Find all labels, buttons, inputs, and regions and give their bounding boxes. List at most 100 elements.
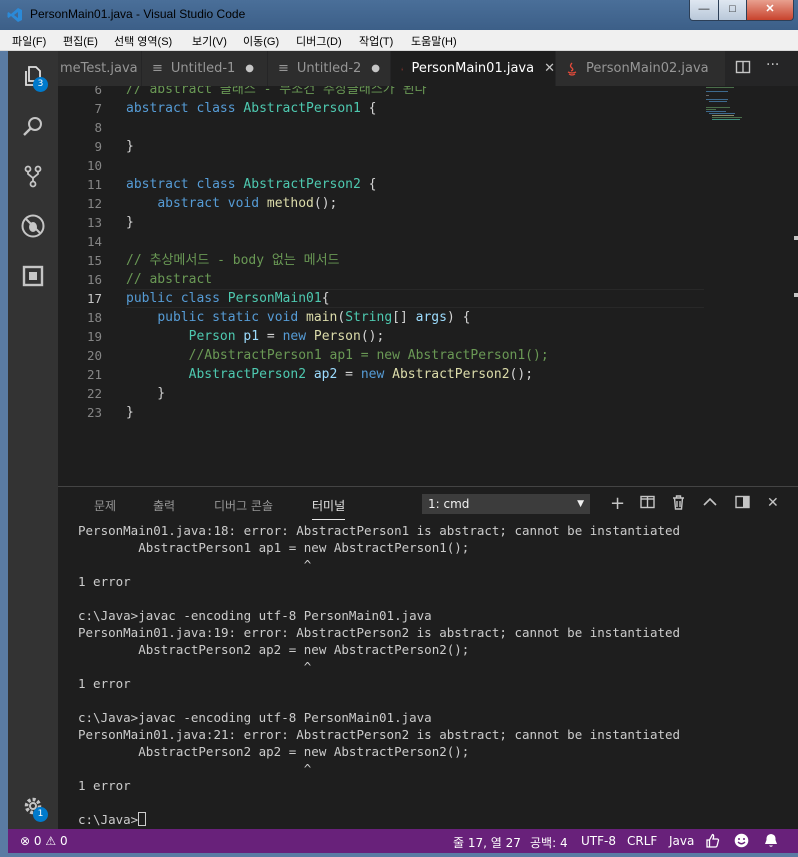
code-token: public bbox=[157, 310, 205, 325]
tab-label: PersonMain01.java bbox=[411, 61, 535, 76]
code-token: = bbox=[337, 367, 361, 382]
unsaved-dot-icon[interactable]: ● bbox=[245, 63, 254, 74]
lines-icon: ≡ bbox=[152, 61, 163, 76]
menu-edit[interactable]: 편집(E) bbox=[63, 33, 98, 49]
cursor-position[interactable]: 줄 17, 열 27 bbox=[453, 834, 521, 851]
code-line[interactable]: AbstractPerson2 ap2 = new AbstractPerson… bbox=[126, 365, 533, 384]
terminal-text: PersonMain01.java:18: error: AbstractPer… bbox=[78, 523, 681, 538]
explorer-badge: 3 bbox=[33, 77, 48, 92]
menu-tasks[interactable]: 작업(T) bbox=[359, 33, 393, 49]
code-line[interactable]: abstract void method(); bbox=[126, 194, 337, 213]
bell-icon[interactable] bbox=[764, 833, 778, 848]
code-line[interactable]: } bbox=[126, 213, 134, 232]
code-token: } bbox=[126, 386, 166, 401]
tab-metest[interactable]: meTest.java bbox=[58, 51, 142, 86]
panel-tab-output[interactable]: 출력 bbox=[153, 497, 175, 514]
code-line[interactable]: //AbstractPerson1 ap1 = new AbstractPers… bbox=[126, 346, 549, 365]
code-token: method bbox=[266, 196, 314, 211]
terminal-text: ^ bbox=[78, 557, 312, 572]
unsaved-dot-icon[interactable]: ● bbox=[371, 63, 380, 74]
minimap[interactable] bbox=[704, 86, 784, 146]
maximize-button[interactable]: □ bbox=[718, 0, 747, 21]
git-branch-icon bbox=[24, 165, 42, 188]
terminal-select[interactable]: 1: cmd ▼ bbox=[422, 494, 590, 514]
menu-go[interactable]: 이동(G) bbox=[243, 33, 279, 49]
terminal-text: PersonMain01.java:19: error: AbstractPer… bbox=[78, 625, 681, 640]
terminal-line: 1 error bbox=[78, 777, 131, 794]
minimize-button[interactable]: — bbox=[689, 0, 719, 21]
line-number: 22 bbox=[86, 386, 102, 401]
code-token: p1 bbox=[243, 329, 260, 344]
menu-debug[interactable]: 디버그(D) bbox=[296, 33, 342, 49]
more-actions-icon[interactable]: ··· bbox=[766, 57, 779, 73]
code-line[interactable]: abstract class AbstractPerson1 { bbox=[126, 99, 376, 118]
code-token: void bbox=[227, 196, 260, 211]
language-status[interactable]: Java bbox=[669, 834, 694, 848]
code-line[interactable]: public static void main(String[] args) { bbox=[126, 308, 470, 327]
code-line[interactable]: } bbox=[126, 384, 165, 403]
close-window-button[interactable]: ✕ bbox=[746, 0, 794, 21]
eol-status[interactable]: CRLF bbox=[627, 834, 657, 848]
menu-file[interactable]: 파일(F) bbox=[12, 33, 46, 49]
thumbs-up-icon[interactable] bbox=[705, 833, 720, 848]
split-editor-icon[interactable] bbox=[735, 59, 751, 75]
split-terminal-icon[interactable] bbox=[640, 495, 655, 509]
code-line[interactable]: // 추상메서드 - body 없는 메서드 bbox=[126, 251, 340, 270]
indentation-status[interactable]: 공백: 4 bbox=[530, 834, 568, 851]
manage-badge: 1 bbox=[33, 807, 48, 822]
terminal-text: AbstractPerson2 ap2 = new AbstractPerson… bbox=[78, 642, 470, 657]
source-control-activity[interactable] bbox=[8, 151, 58, 201]
panel-position-icon[interactable] bbox=[735, 495, 750, 509]
code-editor[interactable]: 6 7 8 9 10 11 12 13 14 15 16 17 18 19 20 21 22 23 // abst… bbox=[58, 86, 798, 486]
code-line[interactable]: public class PersonMain01{ bbox=[126, 289, 330, 308]
code-line[interactable]: } bbox=[126, 137, 134, 156]
tab-untitled-2[interactable]: ≡ Untitled-2 ● bbox=[268, 51, 391, 86]
terminal-text: 1 error bbox=[78, 676, 131, 691]
extensions-activity[interactable] bbox=[8, 251, 58, 301]
close-tab-icon[interactable]: ✕ bbox=[544, 61, 555, 76]
editor-scrollbar[interactable] bbox=[784, 86, 798, 486]
code-token: Person bbox=[188, 329, 236, 344]
code-line[interactable]: // abstract 클래스 - 무조건 추상클래스가 된다 bbox=[126, 86, 427, 99]
tab-label: meTest.java bbox=[60, 61, 138, 76]
window-frame-left bbox=[0, 51, 8, 857]
code-line[interactable]: abstract class AbstractPerson2 { bbox=[126, 175, 376, 194]
title-bar: PersonMain01.java - Visual Studio Code —… bbox=[0, 0, 798, 30]
panel-tab-problems[interactable]: 문제 bbox=[94, 497, 116, 514]
code-token: String bbox=[345, 310, 393, 325]
explorer-activity[interactable]: 3 bbox=[8, 51, 58, 101]
menu-bar: 파일(F) 편집(E) 선택 영역(S) 보기(V) 이동(G) 디버그(D) … bbox=[0, 30, 798, 51]
close-panel-icon[interactable]: ✕ bbox=[767, 495, 779, 511]
terminal-select-value: 1: cmd bbox=[428, 497, 470, 511]
debug-activity[interactable] bbox=[8, 201, 58, 251]
tab-personmain02[interactable]: PersonMain02.java bbox=[556, 51, 726, 86]
chevron-up-icon[interactable] bbox=[703, 497, 717, 507]
trash-icon[interactable] bbox=[672, 495, 685, 510]
manage-activity[interactable]: 1 bbox=[8, 781, 58, 831]
code-token: new bbox=[282, 329, 307, 344]
menu-selection[interactable]: 선택 영역(S) bbox=[114, 33, 172, 49]
encoding-status[interactable]: UTF-8 bbox=[581, 834, 616, 848]
terminal-line: ^ bbox=[78, 658, 312, 675]
line-number: 19 bbox=[86, 329, 102, 344]
code-line[interactable]: // abstract bbox=[126, 270, 212, 289]
terminal-line: AbstractPerson2 ap2 = new AbstractPerson… bbox=[78, 641, 469, 658]
tab-untitled-1[interactable]: ≡ Untitled-1 ● bbox=[142, 51, 268, 86]
code-token: } bbox=[126, 139, 134, 154]
menu-help[interactable]: 도움말(H) bbox=[411, 33, 457, 49]
code-token: } bbox=[126, 215, 134, 230]
terminal-line: AbstractPerson2 ap2 = new AbstractPerson… bbox=[78, 743, 469, 760]
search-activity[interactable] bbox=[8, 101, 58, 151]
tab-personmain01[interactable]: PersonMain01.java ✕ bbox=[391, 51, 556, 86]
code-line[interactable]: } bbox=[126, 403, 134, 422]
new-terminal-icon[interactable]: + bbox=[610, 493, 625, 514]
menu-view[interactable]: 보기(V) bbox=[192, 33, 227, 49]
smiley-icon[interactable] bbox=[734, 833, 749, 848]
code-line[interactable]: Person p1 = new Person(); bbox=[126, 327, 385, 346]
panel-tab-debug-console[interactable]: 디버그 콘솔 bbox=[214, 497, 273, 514]
problems-status[interactable]: ⊗ 0 ⚠ 0 bbox=[20, 834, 68, 848]
panel-tab-terminal[interactable]: 터미널 bbox=[312, 497, 346, 520]
activity-bar: 3 1 bbox=[8, 51, 58, 829]
terminal-text: ^ bbox=[78, 659, 312, 674]
